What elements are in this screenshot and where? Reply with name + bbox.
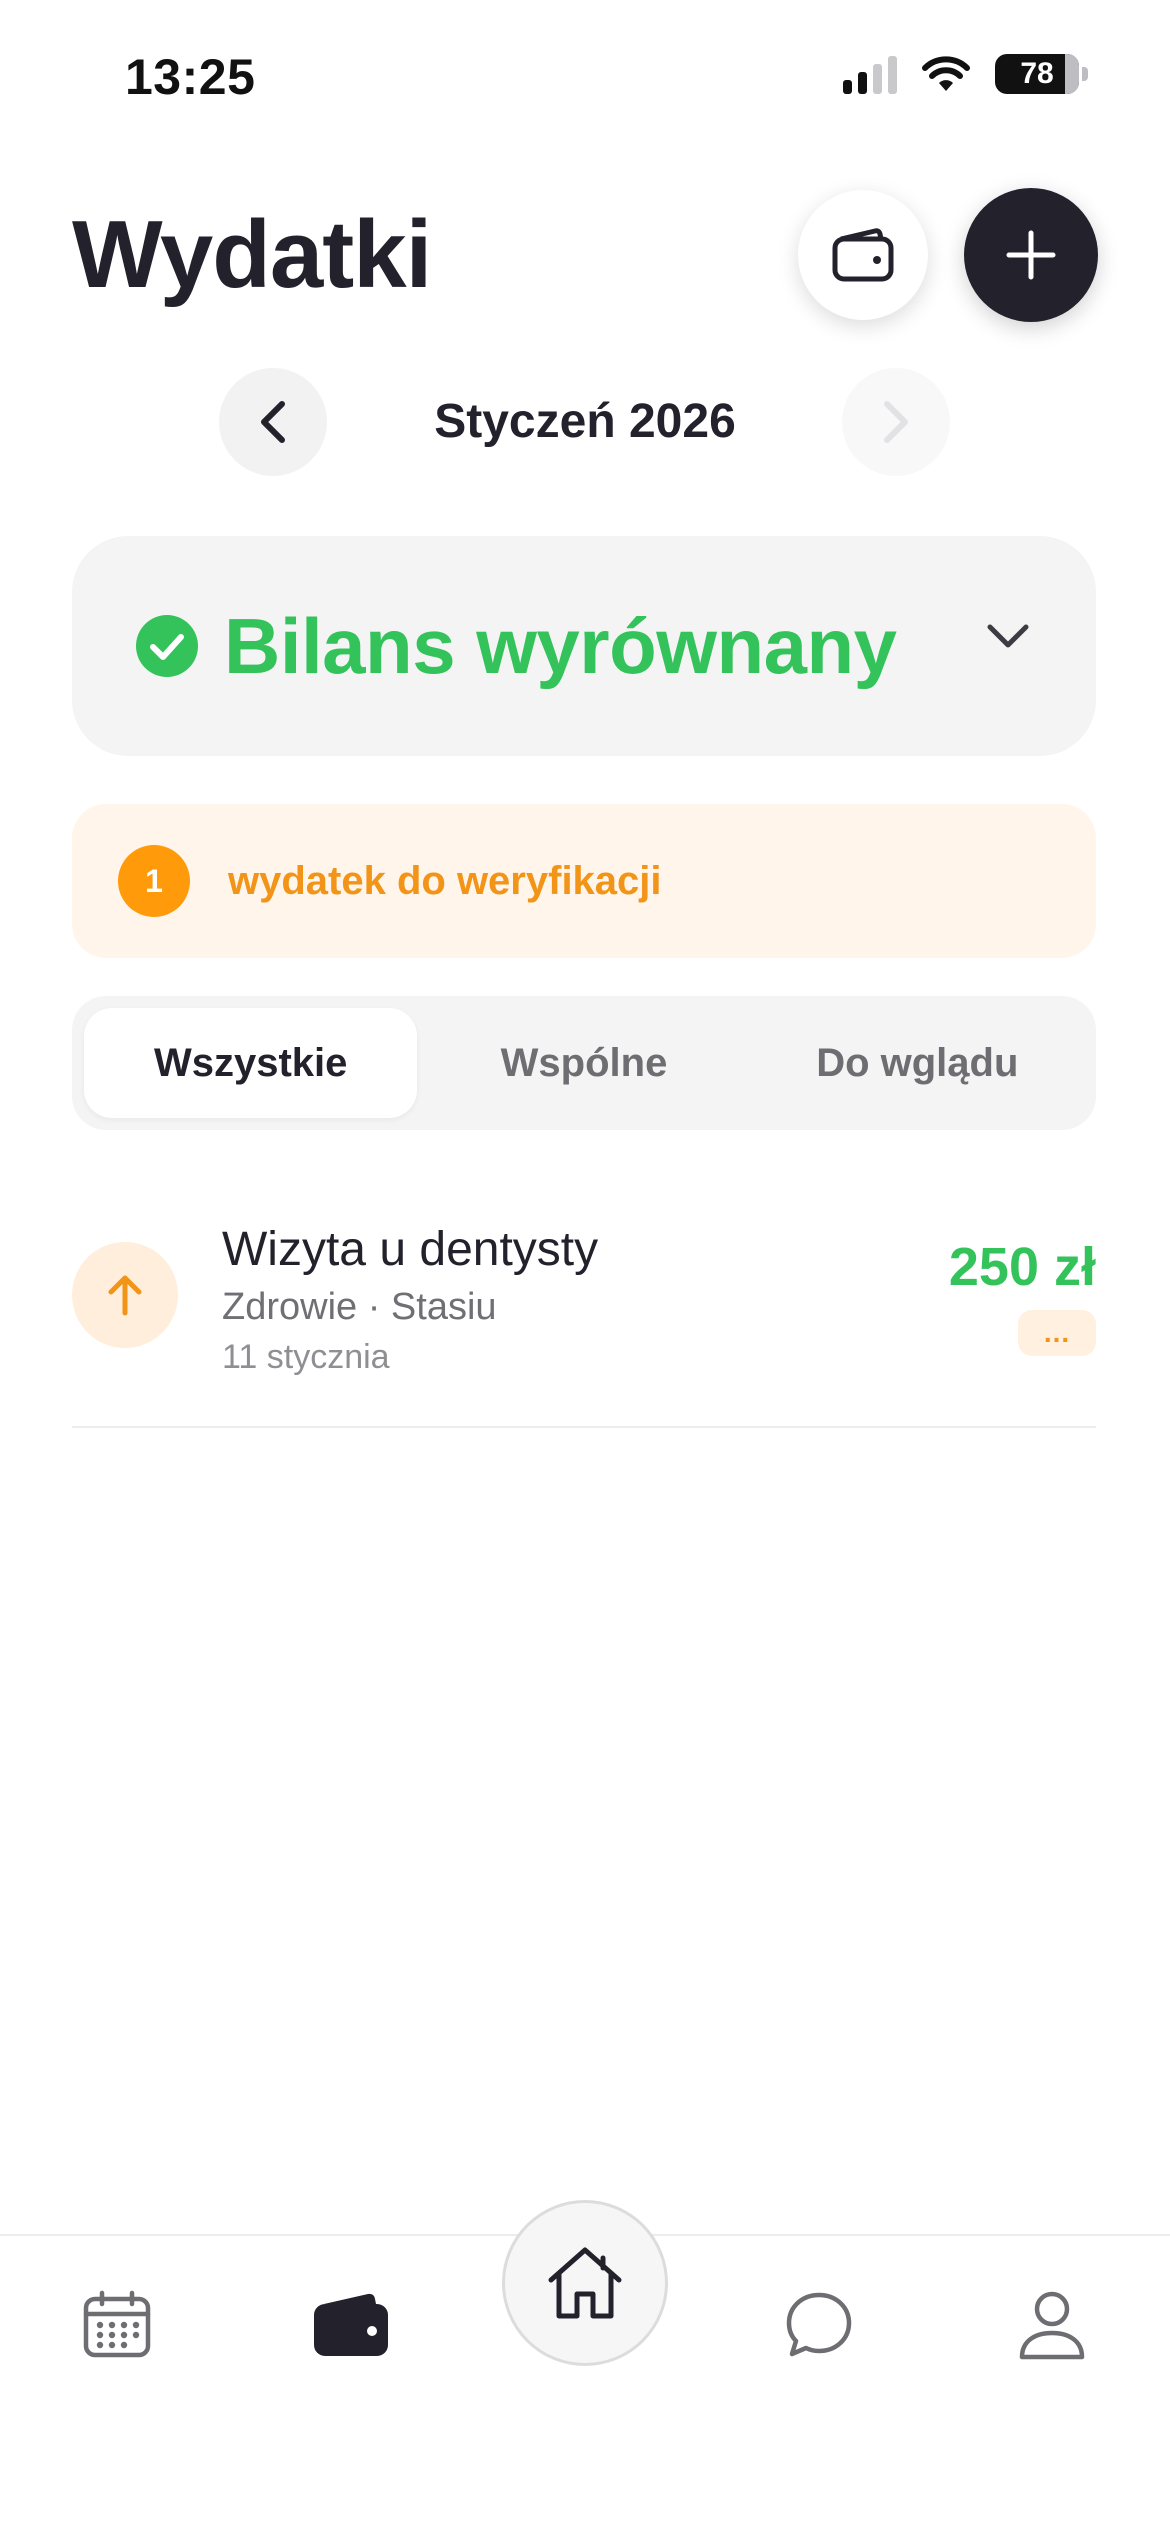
tab-all[interactable]: Wszystkie [84, 1008, 418, 1118]
expense-list-item[interactable]: Wizyta u dentysty Zdrowie · Stasiu 11 st… [72, 1210, 1096, 1428]
arrow-up-icon [108, 1275, 142, 1316]
expense-title: Wizyta u dentysty [222, 1223, 599, 1276]
home-icon [548, 2247, 622, 2319]
previous-month-button[interactable] [219, 368, 327, 476]
plus-icon [1006, 230, 1056, 280]
battery-icon: 78 [995, 54, 1079, 94]
nav-profile[interactable] [1007, 2280, 1097, 2370]
balance-status: Bilans wyrównany [224, 601, 897, 690]
wallets-button[interactable] [798, 190, 928, 320]
next-month-button[interactable] [842, 368, 950, 476]
status-time: 13:25 [125, 49, 256, 105]
nav-chat[interactable] [774, 2280, 864, 2370]
cellular-signal-icon [843, 54, 897, 94]
nav-calendar[interactable] [72, 2280, 162, 2370]
expense-subtitle: Zdrowie · Stasiu [222, 1286, 497, 1328]
expense-category-badge [72, 1242, 178, 1348]
chevron-right-icon [884, 401, 908, 443]
tab-view-only[interactable]: Do wglądu [751, 1008, 1084, 1118]
wallet-icon [832, 228, 894, 282]
profile-icon [1019, 2291, 1085, 2360]
add-expense-button[interactable] [964, 188, 1098, 322]
status-indicators: 78 [843, 54, 1088, 94]
calendar-icon [83, 2290, 151, 2358]
filter-tabs: Wszystkie Wspólne Do wglądu [72, 996, 1096, 1130]
expenses-screen: 13:25 78 Wydatki Styczeń 2026 Bilans wyr… [0, 0, 1170, 2532]
chat-icon [786, 2292, 852, 2357]
chevron-down-icon [987, 624, 1029, 648]
nav-expenses[interactable] [306, 2280, 396, 2370]
expense-status-badge: ... [1018, 1310, 1096, 1356]
wallet-icon [314, 2293, 388, 2356]
tab-shared[interactable]: Wspólne [417, 1008, 750, 1118]
expense-amount: 250 zł [948, 1237, 1096, 1297]
expense-date: 11 stycznia [222, 1338, 390, 1376]
verification-text: wydatek do weryfikacji [228, 858, 662, 903]
current-month: Styczeń 2026 [434, 395, 736, 448]
verification-count-badge: 1 [118, 845, 190, 917]
check-circle-icon [136, 615, 198, 677]
chevron-left-icon [261, 401, 285, 443]
balance-summary[interactable]: Bilans wyrównany [72, 536, 1096, 756]
battery-level: 78 [1020, 57, 1054, 90]
page-title: Wydatki [72, 201, 432, 308]
nav-home[interactable] [502, 2200, 668, 2366]
wifi-icon [922, 56, 970, 91]
verification-banner[interactable]: 1 wydatek do weryfikacji [72, 804, 1096, 958]
